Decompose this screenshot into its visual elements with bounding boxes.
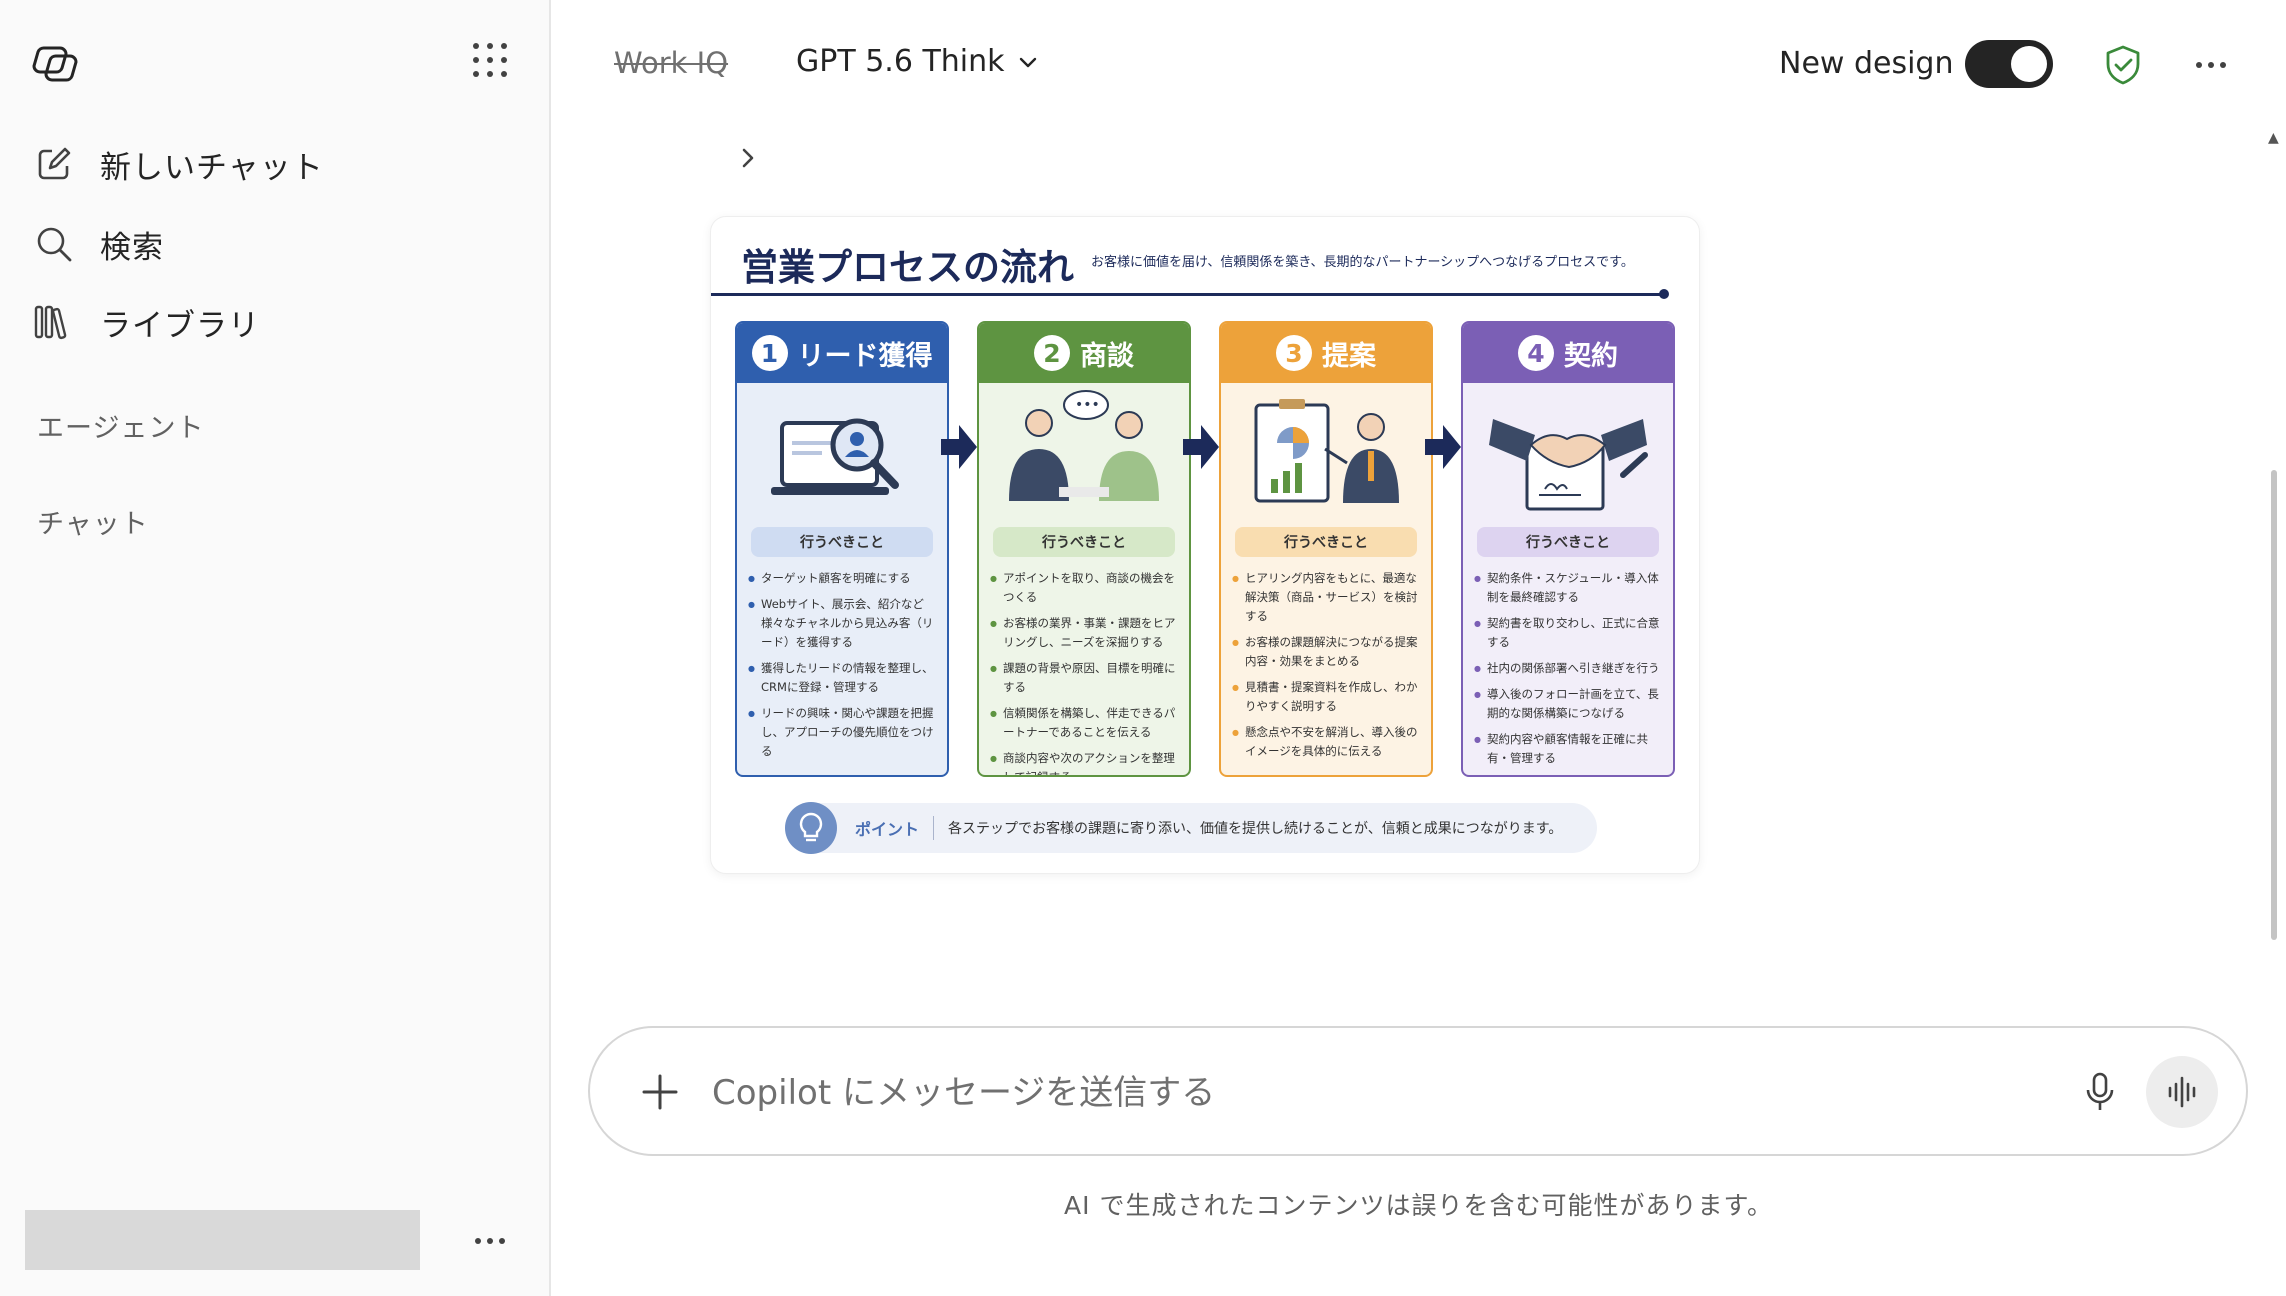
step-header: 3 提案 — [1221, 323, 1431, 383]
step-title: 提案 — [1322, 340, 1376, 372]
step-title: 商談 — [1080, 340, 1134, 372]
sidebar: 新しいチャット 検索 ライブラリ エージェント チャット — [0, 0, 551, 1296]
top-header: Work IQ GPT 5.6 Think New design — [551, 0, 2286, 130]
arrow-right-icon — [1183, 425, 1219, 469]
todo-pill: 行うべきこと — [751, 527, 933, 557]
list-item: リードの興味・関心や課題を把握し、アプローチの優先順位をつける — [748, 704, 939, 761]
model-selector[interactable]: GPT 5.6 Think — [796, 44, 1039, 79]
sales-process-infographic[interactable]: 営業プロセスの流れ お客様に価値を届け、信頼関係を築き、長期的なパートナーシップ… — [710, 216, 1700, 874]
point-text: 各ステップでお客様の課題に寄り添い、価値を提供し続けることが、信頼と成果につなが… — [948, 821, 1563, 837]
step-number: 1 — [751, 335, 788, 371]
point-banner: ポイント 各ステップでお客様の課題に寄り添い、価値を提供し続けることが、信頼と成… — [785, 802, 1597, 854]
sidebar-item-new-chat[interactable]: 新しいチャット — [34, 134, 514, 194]
list-item: お客様の業界・事業・課題をヒアリングし、ニーズを深掘りする — [990, 614, 1181, 652]
chevron-down-icon — [1019, 57, 1036, 67]
list-item: 見積書・提案資料を作成し、わかりやすく説明する — [1232, 678, 1423, 716]
infographic-title: 営業プロセスの流れ — [741, 246, 1074, 289]
step-todo-list: ヒアリング内容をもとに、最適な解決策（商品・サービス）を検討する お客様の課題解… — [1221, 569, 1431, 761]
app-launcher-icon[interactable] — [470, 40, 510, 80]
new-chat-icon — [34, 144, 74, 184]
shield-check-icon[interactable] — [2103, 44, 2143, 86]
list-item: 社内の関係部署へ引き継ぎを行う — [1474, 659, 1665, 678]
library-icon — [34, 302, 74, 342]
new-design-toggle[interactable] — [1965, 40, 2053, 88]
arrow-right-icon — [1425, 425, 1461, 469]
toggle-knob — [2011, 46, 2047, 82]
microphone-icon[interactable] — [2080, 1070, 2120, 1114]
arrow-right-icon — [941, 425, 977, 469]
step-card-negotiation: 2 商談 ••• 行うべきこと アポイントを取り、商談の機会をつくる お客様の業… — [977, 321, 1191, 777]
step-header: 1 リード獲得 — [737, 323, 947, 383]
step-number: 4 — [1518, 335, 1554, 371]
svg-text:•••: ••• — [1075, 397, 1100, 413]
todo-pill: 行うべきこと — [993, 527, 1175, 557]
step-card-lead: 1 リード獲得 行うべきこと ターゲット顧客を明確にする Webサイト、展示会、… — [735, 321, 949, 777]
sidebar-item-label: 検索 — [100, 229, 164, 266]
sidebar-item-library[interactable]: ライブラリ — [34, 292, 514, 352]
section-header-agents[interactable]: エージェント — [37, 406, 204, 445]
list-item: 契約内容や顧客情報を正確に共有・管理する — [1474, 730, 1665, 768]
step-number: 3 — [1276, 335, 1312, 371]
step-card-contract: 4 契約 行うべきこと 契約条件・スケジュール・導入体制を最終確認する 契約書を… — [1461, 321, 1675, 777]
infographic-subtitle: お客様に価値を届け、信頼関係を築き、長期的なパートナーシップへつなげるプロセスで… — [1091, 255, 1634, 270]
list-item: 商談内容や次のアクションを整理して記録する — [990, 749, 1181, 775]
list-item: 懸念点や不安を解消し、導入後のイメージを具体的に伝える — [1232, 723, 1423, 761]
list-item: 導入後のフォロー計画を立て、長期的な関係構築につなげる — [1474, 685, 1665, 723]
work-iq-toggle[interactable]: Work IQ — [614, 46, 728, 80]
ai-disclaimer: AI で生成されたコンテンツは誤りを含む可能性があります。 — [1064, 1191, 1773, 1220]
voice-mode-button[interactable] — [2146, 1056, 2218, 1128]
meeting-people-icon: ••• — [979, 383, 1189, 523]
todo-pill: 行うべきこと — [1235, 527, 1417, 557]
scroll-up-arrow[interactable]: ▲ — [2268, 130, 2279, 146]
sidebar-item-label: ライブラリ — [100, 307, 260, 344]
handshake-contract-icon — [1463, 383, 1673, 523]
list-item: 課題の背景や原因、目標を明確にする — [990, 659, 1181, 697]
step-card-proposal: 3 提案 行うべきこと ヒアリング内容をもとに、最適な解決策（商品・サービス）を… — [1219, 321, 1433, 777]
title-underline — [711, 293, 1663, 296]
list-item: 契約書を取り交わし、正式に合意する — [1474, 614, 1665, 652]
more-options-icon[interactable] — [2191, 50, 2231, 80]
laptop-magnifier-icon — [737, 383, 947, 523]
list-item: お客様の課題解決につながる提案内容・効果をまとめる — [1232, 633, 1423, 671]
list-item: ヒアリング内容をもとに、最適な解決策（商品・サービス）を検討する — [1232, 569, 1423, 626]
message-composer — [588, 1026, 2248, 1156]
list-item: Webサイト、展示会、紹介など様々なチャネルから見込み客（リード）を獲得する — [748, 595, 939, 652]
step-number: 2 — [1034, 335, 1070, 371]
more-options-icon[interactable] — [470, 1226, 510, 1256]
list-item: 信頼関係を構築し、伴走できるパートナーであることを伝える — [990, 704, 1181, 742]
user-profile-redacted[interactable] — [25, 1210, 420, 1270]
search-icon — [34, 224, 74, 264]
voice-wave-icon — [2168, 1076, 2196, 1108]
step-title: リード獲得 — [797, 340, 933, 372]
list-item: 契約条件・スケジュール・導入体制を最終確認する — [1474, 569, 1665, 607]
chevron-right-icon[interactable] — [734, 140, 764, 176]
section-header-chats[interactable]: チャット — [37, 502, 149, 541]
copilot-app: 新しいチャット 検索 ライブラリ エージェント チャット Work IQ GPT… — [0, 0, 2286, 1296]
title-underline-dot — [1659, 289, 1669, 299]
presentation-chart-icon — [1221, 383, 1431, 523]
divider — [933, 816, 935, 840]
step-header: 4 契約 — [1463, 323, 1673, 383]
copilot-logo-icon[interactable] — [30, 38, 82, 90]
sidebar-item-label: 新しいチャット — [100, 149, 324, 186]
point-label: ポイント — [855, 820, 920, 839]
todo-pill: 行うべきこと — [1477, 527, 1659, 557]
message-input[interactable] — [710, 1058, 1814, 1128]
step-header: 2 商談 — [979, 323, 1189, 383]
list-item: ターゲット顧客を明確にする — [748, 569, 939, 588]
model-name: GPT 5.6 Think — [796, 44, 1005, 79]
list-item: アポイントを取り、商談の機会をつくる — [990, 569, 1181, 607]
scrollbar-thumb[interactable] — [2271, 470, 2277, 940]
step-todo-list: アポイントを取り、商談の機会をつくる お客様の業界・事業・課題をヒアリングし、ニ… — [979, 569, 1189, 775]
list-item: 獲得したリードの情報を整理し、CRMに登録・管理する — [748, 659, 939, 697]
new-design-label: New design — [1779, 46, 1954, 81]
add-attachment-icon[interactable] — [640, 1072, 680, 1112]
step-todo-list: ターゲット顧客を明確にする Webサイト、展示会、紹介など様々なチャネルから見込… — [737, 569, 947, 761]
step-todo-list: 契約条件・スケジュール・導入体制を最終確認する 契約書を取り交わし、正式に合意す… — [1463, 569, 1673, 768]
sidebar-item-search[interactable]: 検索 — [34, 214, 514, 274]
lightbulb-icon — [785, 802, 837, 854]
step-title: 契約 — [1564, 340, 1618, 372]
